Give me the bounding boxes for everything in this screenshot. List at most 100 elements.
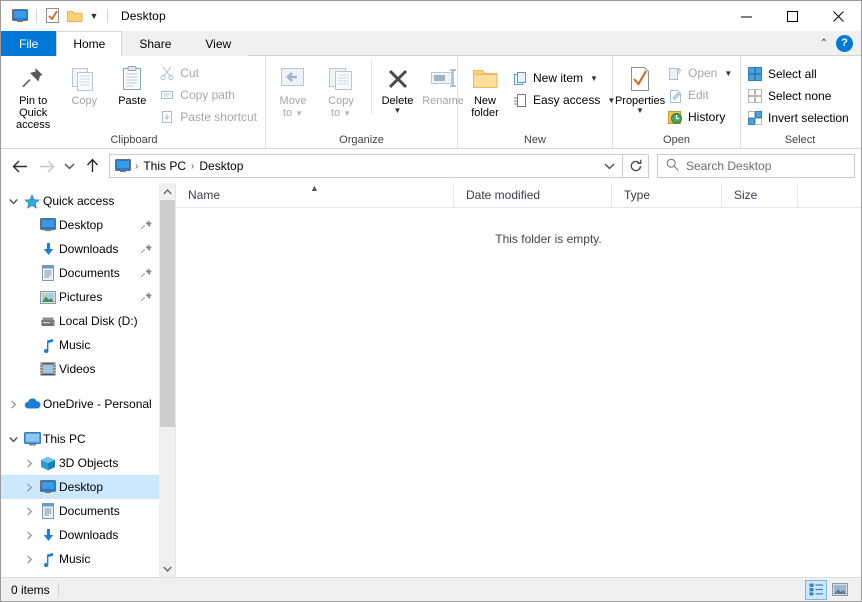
qat-desktop-icon[interactable] — [9, 5, 31, 27]
open-group-title: Open — [663, 134, 690, 146]
chevron-right-icon[interactable] — [5, 399, 21, 409]
copy-button[interactable]: Copy — [60, 59, 108, 107]
delete-button[interactable]: Delete ▼ — [371, 59, 419, 115]
maximize-button[interactable] — [769, 1, 815, 31]
sidebar-item-documents[interactable]: Documents — [1, 499, 159, 523]
search-input[interactable]: Search Desktop — [686, 159, 771, 173]
monitor-icon — [37, 480, 59, 494]
details-view-button[interactable] — [805, 579, 827, 600]
easy-access-button[interactable]: Easy access ▼ — [509, 89, 620, 111]
paste-button[interactable]: Paste — [108, 59, 156, 107]
properties-button[interactable]: Properties ▼ — [615, 59, 665, 115]
sidebar-item-label: Music — [59, 552, 91, 566]
qat-properties-icon[interactable] — [42, 5, 64, 27]
address-breadcrumb-box[interactable]: › This PC › Desktop — [109, 154, 623, 178]
open-dropdown-caret[interactable]: ▼ — [724, 69, 732, 78]
sidebar-item-desktop[interactable]: Desktop — [1, 213, 159, 237]
monitor-icon — [37, 218, 59, 232]
sidebar-item-downloads[interactable]: Downloads — [1, 237, 159, 261]
history-button[interactable]: History — [664, 106, 737, 128]
chevron-right-icon[interactable] — [21, 554, 37, 564]
tab-share[interactable]: Share — [122, 31, 189, 56]
navigation-pane-scrollbar[interactable] — [159, 183, 176, 577]
sidebar-item-music[interactable]: Music — [1, 547, 159, 571]
sidebar-item-pictures[interactable]: Pictures — [1, 285, 159, 309]
sidebar-item-onedrive-personal[interactable]: OneDrive - Personal — [1, 392, 159, 416]
edit-button[interactable]: Edit — [664, 84, 737, 106]
qat-new-folder-icon[interactable] — [64, 5, 86, 27]
ribbon-group-clipboard: Pin to Quick access Copy Paste Cut Copy … — [3, 56, 266, 148]
sidebar-item-videos[interactable]: Videos — [1, 357, 159, 381]
qat-dropdown-caret[interactable]: ▼ — [86, 5, 102, 27]
disk-icon — [37, 315, 59, 327]
search-box[interactable]: Search Desktop — [657, 154, 855, 178]
chevron-down-icon[interactable] — [5, 436, 21, 443]
breadcrumb-this-pc[interactable]: This PC — [139, 159, 190, 173]
scroll-up-arrow[interactable] — [159, 183, 176, 200]
delete-dropdown-caret[interactable]: ▼ — [394, 107, 402, 115]
recent-locations-button[interactable] — [59, 153, 79, 179]
video-icon — [37, 362, 59, 376]
select-none-icon — [747, 88, 763, 104]
column-header-size[interactable]: Size — [722, 182, 798, 208]
pin-icon[interactable] — [141, 291, 153, 303]
sidebar-item-quick-access[interactable]: Quick access — [1, 189, 159, 213]
large-icons-view-button[interactable] — [829, 580, 851, 600]
ribbon-group-select: Select all Select none Invert selection — [741, 56, 859, 148]
scroll-down-arrow[interactable] — [159, 560, 176, 577]
new-item-button[interactable]: New item ▼ — [509, 67, 620, 89]
column-header-name[interactable]: ▲ Name — [176, 182, 454, 208]
paste-shortcut-button[interactable]: Paste shortcut — [156, 106, 262, 128]
select-all-button[interactable]: Select all — [744, 63, 854, 85]
collapse-ribbon-icon[interactable]: ⌃ — [818, 38, 830, 49]
pin-to-quick-access-button[interactable]: Pin to Quick access — [6, 59, 60, 131]
sidebar-item-desktop[interactable]: Desktop — [1, 475, 159, 499]
copy-path-button[interactable]: Copy path — [156, 84, 262, 106]
pin-icon — [20, 63, 46, 95]
column-header-date-modified[interactable]: Date modified — [454, 182, 612, 208]
open-button[interactable]: Open ▼ — [664, 62, 737, 84]
up-button[interactable] — [79, 153, 105, 179]
invert-selection-button[interactable]: Invert selection — [744, 107, 854, 129]
pin-icon[interactable] — [141, 243, 153, 255]
chevron-right-icon[interactable] — [21, 506, 37, 516]
tab-view[interactable]: View — [188, 31, 249, 56]
move-to-button[interactable]: Move to ▼ — [269, 59, 317, 119]
chevron-down-icon[interactable] — [5, 198, 21, 205]
scrollbar-track[interactable] — [159, 200, 176, 560]
help-button[interactable]: ? — [836, 34, 853, 52]
sidebar-item-this-pc[interactable]: This PC — [1, 427, 159, 451]
properties-dropdown-caret[interactable]: ▼ — [636, 107, 644, 115]
file-explorer-window: ▼ Desktop File Home Share View ⌃ ? Pin t… — [0, 0, 862, 602]
music-icon — [37, 338, 59, 353]
breadcrumb-desktop[interactable]: Desktop — [195, 159, 247, 173]
sidebar-item-label: Music — [59, 338, 91, 352]
sidebar-item-3d-objects[interactable]: 3D Objects — [1, 451, 159, 475]
scrollbar-thumb[interactable] — [159, 200, 175, 427]
column-header-type[interactable]: Type — [612, 182, 722, 208]
easy-access-label: Easy access — [533, 93, 601, 107]
close-button[interactable] — [815, 1, 861, 31]
back-button[interactable] — [7, 153, 33, 179]
sidebar-item-local-disk-d[interactable]: Local Disk (D:) — [1, 309, 159, 333]
minimize-button[interactable] — [723, 1, 769, 31]
address-dropdown-caret[interactable] — [598, 155, 620, 177]
sidebar-item-music[interactable]: Music — [1, 333, 159, 357]
tab-file[interactable]: File — [1, 31, 57, 56]
star-icon — [21, 193, 43, 209]
sidebar-item-downloads[interactable]: Downloads — [1, 523, 159, 547]
new-folder-button[interactable]: New folder — [461, 59, 509, 119]
tab-home[interactable]: Home — [56, 31, 123, 56]
pin-icon[interactable] — [141, 267, 153, 279]
chevron-right-icon[interactable] — [21, 482, 37, 492]
copy-to-button[interactable]: Copy to ▼ — [317, 59, 365, 119]
refresh-button[interactable] — [623, 154, 649, 178]
new-item-dropdown-caret[interactable]: ▼ — [590, 74, 598, 83]
chevron-right-icon[interactable] — [21, 530, 37, 540]
select-none-button[interactable]: Select none — [744, 85, 854, 107]
pin-icon[interactable] — [141, 219, 153, 231]
forward-button[interactable] — [33, 153, 59, 179]
sidebar-item-documents[interactable]: Documents — [1, 261, 159, 285]
cut-button[interactable]: Cut — [156, 62, 262, 84]
chevron-right-icon[interactable] — [21, 458, 37, 468]
